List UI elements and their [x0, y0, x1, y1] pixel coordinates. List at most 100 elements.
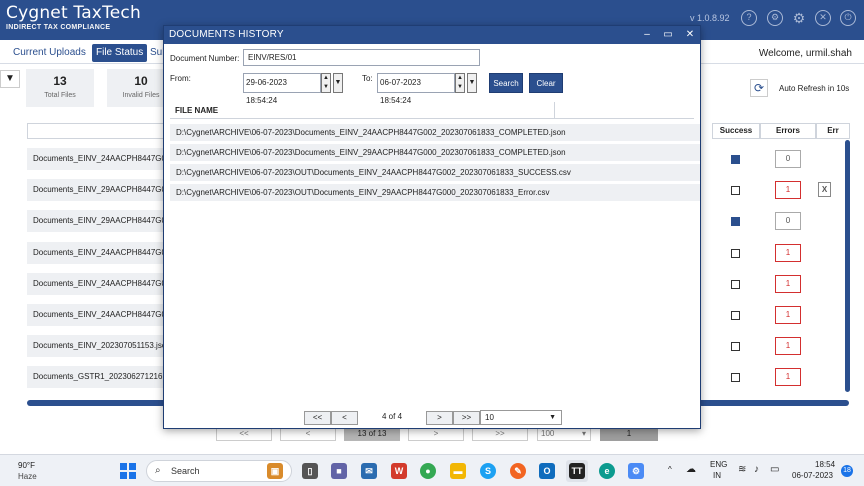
- bg-page-size-select[interactable]: 100 ▾: [537, 427, 591, 441]
- wifi-icon[interactable]: ≋: [738, 464, 746, 475]
- error-count-box[interactable]: 1: [775, 306, 801, 324]
- table-row[interactable]: Documents_EINV_202307051153.jso: [27, 335, 167, 357]
- vertical-scrollbar[interactable]: [845, 140, 850, 392]
- from-calendar-dropdown[interactable]: ▼: [333, 73, 343, 93]
- error-count-box[interactable]: 1: [775, 337, 801, 355]
- to-calendar-dropdown[interactable]: ▼: [467, 73, 477, 93]
- document-number-label: Document Number:: [170, 54, 240, 63]
- dialog-pager-first[interactable]: <<: [304, 411, 331, 425]
- edge-icon[interactable]: e: [599, 463, 615, 479]
- bg-pager-prev[interactable]: <: [280, 427, 336, 441]
- table-row[interactable]: Documents_EINV_24AACPH8447G00: [27, 242, 167, 264]
- maximize-icon[interactable]: ▭: [661, 28, 675, 42]
- error-count-box[interactable]: 0: [775, 212, 801, 230]
- chrome-icon[interactable]: ●: [420, 463, 436, 479]
- column-divider: [554, 102, 555, 119]
- to-date-input[interactable]: 06-07-2023 18:54:24: [377, 73, 455, 105]
- help-icon[interactable]: ?: [741, 10, 757, 26]
- dialog-page-size-select[interactable]: 10 ▼: [480, 410, 562, 425]
- success-checkbox[interactable]: [731, 342, 740, 351]
- success-checkbox[interactable]: [731, 155, 740, 164]
- table-row[interactable]: Documents_EINV_29AACPH8447G00: [27, 210, 167, 232]
- auto-refresh-label: Auto Refresh in 10s: [779, 84, 850, 93]
- power-icon[interactable]: ⏻: [840, 10, 856, 26]
- success-checkbox[interactable]: [731, 186, 740, 195]
- table-row[interactable]: Documents_EINV_29AACPH8447G00: [27, 179, 167, 201]
- outlook-icon[interactable]: O: [539, 463, 555, 479]
- success-checkbox[interactable]: [731, 373, 740, 382]
- teams-icon[interactable]: ■: [331, 463, 347, 479]
- table-row[interactable]: Documents_EINV_24AACPH8447G00: [27, 304, 167, 326]
- bg-pager-page[interactable]: 1: [600, 427, 658, 441]
- bg-page-size-value: 100: [541, 429, 555, 438]
- task-view-icon[interactable]: ▯: [302, 463, 318, 479]
- clock-time[interactable]: 18:54: [815, 460, 835, 469]
- clear-button[interactable]: Clear: [529, 73, 563, 93]
- grid-header-partial: Err: [816, 123, 850, 139]
- from-date-input[interactable]: 29-06-2023 18:54:24: [243, 73, 321, 105]
- skype-icon[interactable]: S: [480, 463, 496, 479]
- app-logo: Cygnet TaxTech INDIRECT TAX COMPLIANCE: [6, 3, 141, 31]
- weather-temperature[interactable]: 90°F: [18, 461, 35, 470]
- excel-icon[interactable]: X: [818, 182, 831, 197]
- gear-icon[interactable]: ⚙: [767, 10, 783, 26]
- taxtech-app-icon[interactable]: TT: [569, 463, 585, 479]
- file-list-item[interactable]: D:\Cygnet\ARCHIVE\06-07-2023\Documents_E…: [170, 124, 700, 141]
- search-icon: ⌕: [155, 465, 161, 476]
- onedrive-icon[interactable]: ☁: [686, 464, 696, 475]
- bg-pager-first[interactable]: <<: [216, 427, 272, 441]
- pen-app-icon[interactable]: ✎: [510, 463, 526, 479]
- success-checkbox[interactable]: [731, 249, 740, 258]
- volume-icon[interactable]: ♪: [754, 464, 759, 475]
- document-number-input[interactable]: EINV/RES/01: [243, 49, 480, 66]
- dialog-pager-last[interactable]: >>: [453, 411, 480, 425]
- error-count-box[interactable]: 1: [775, 244, 801, 262]
- close-circle-icon[interactable]: ✕: [815, 10, 831, 26]
- bg-pager-last[interactable]: >>: [472, 427, 528, 441]
- search-button[interactable]: Search: [489, 73, 523, 93]
- minimize-icon[interactable]: –: [640, 28, 654, 42]
- refresh-icon[interactable]: ⟳: [750, 79, 768, 97]
- mail-icon[interactable]: ✉: [361, 463, 377, 479]
- error-count-box[interactable]: 0: [775, 150, 801, 168]
- dialog-title-bar[interactable]: DOCUMENTS HISTORY – ▭ ✕: [164, 26, 700, 44]
- settings-app-icon[interactable]: ⚙: [628, 463, 644, 479]
- to-spinner[interactable]: ▲ ▼: [455, 73, 465, 93]
- language-bottom[interactable]: IN: [713, 471, 721, 480]
- file-explorer-icon[interactable]: ▬: [450, 463, 466, 479]
- dialog-pager-prev[interactable]: <: [331, 411, 358, 425]
- language-top[interactable]: ENG: [710, 460, 727, 469]
- notification-badge[interactable]: 18: [841, 465, 853, 477]
- settings-icon[interactable]: ⚙: [791, 10, 807, 26]
- clock-date[interactable]: 06-07-2023: [792, 471, 833, 480]
- bg-pager-next[interactable]: >: [408, 427, 464, 441]
- tray-chevron-icon[interactable]: ^: [668, 465, 672, 474]
- success-checkbox[interactable]: [731, 217, 740, 226]
- filter-icon[interactable]: ▼: [0, 70, 20, 88]
- error-count-box[interactable]: 1: [775, 275, 801, 293]
- success-checkbox[interactable]: [731, 311, 740, 320]
- wps-office-icon[interactable]: W: [391, 463, 407, 479]
- logo-sub-text: INDIRECT TAX COMPLIANCE: [6, 24, 111, 31]
- error-count-box[interactable]: 1: [775, 181, 801, 199]
- tab-file-status[interactable]: File Status: [92, 44, 148, 62]
- tab-current-uploads[interactable]: Current Uploads: [9, 44, 90, 62]
- dialog-page-size-value: 10: [485, 413, 494, 422]
- file-list-item[interactable]: D:\Cygnet\ARCHIVE\06-07-2023\Documents_E…: [170, 144, 700, 161]
- file-list-item[interactable]: D:\Cygnet\ARCHIVE\06-07-2023\OUT\Documen…: [170, 184, 700, 201]
- table-row[interactable]: Documents_EINV_24AACPH8447G00: [27, 148, 167, 170]
- from-spinner[interactable]: ▲ ▼: [321, 73, 331, 93]
- error-count-box[interactable]: 1: [775, 368, 801, 386]
- close-icon[interactable]: ✕: [683, 28, 697, 42]
- weather-condition[interactable]: Haze: [18, 472, 37, 481]
- battery-icon[interactable]: ▭: [770, 464, 779, 475]
- grid-header-success: Success: [712, 123, 760, 139]
- windows-taskbar: 90°F Haze ⌕ Search ▣ ▯ ■ ✉ W ● ▬ S ✎ O T…: [0, 454, 864, 486]
- table-row[interactable]: Documents_EINV_24AACPH8447G00: [27, 273, 167, 295]
- table-row[interactable]: Documents_GSTR1_202306271216.js: [27, 366, 167, 388]
- dialog-pager-next[interactable]: >: [426, 411, 453, 425]
- windows-start-icon[interactable]: [120, 463, 136, 479]
- file-list-item[interactable]: D:\Cygnet\ARCHIVE\06-07-2023\OUT\Documen…: [170, 164, 700, 181]
- success-checkbox[interactable]: [731, 280, 740, 289]
- briefcase-app-icon[interactable]: ▣: [267, 463, 283, 479]
